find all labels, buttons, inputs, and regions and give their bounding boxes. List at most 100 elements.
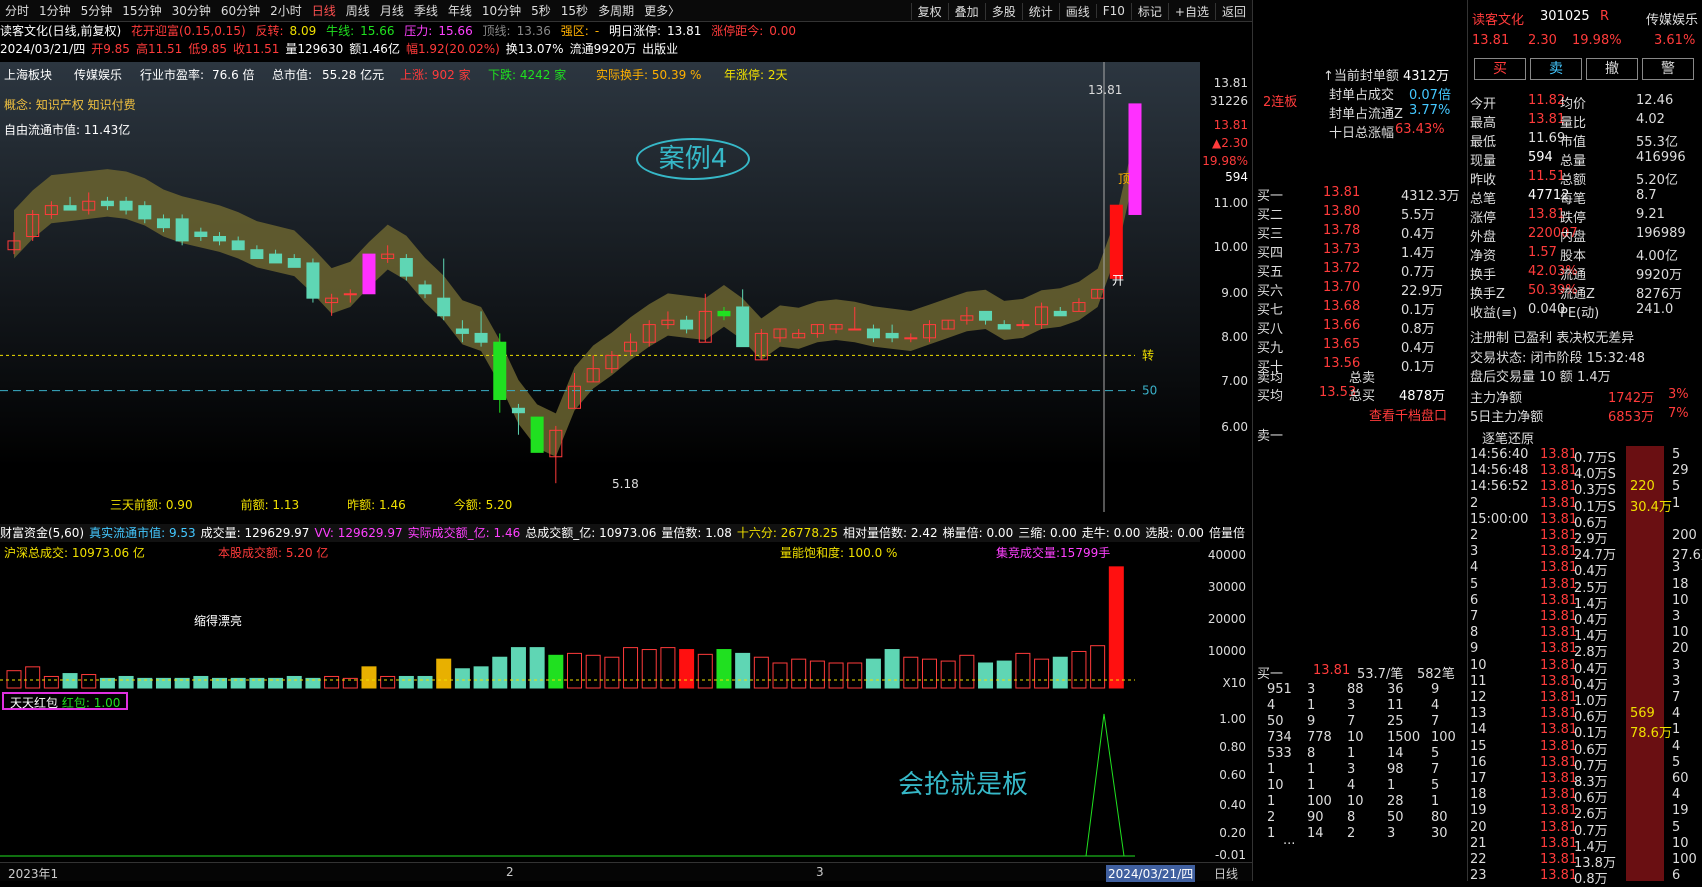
price-row: 13.81 2.30 19.98% 3.61%: [1468, 32, 1702, 51]
volume-bar: [324, 675, 340, 689]
stat-row: 涨停 13.81 跌停 9.21: [1468, 206, 1702, 226]
volume-chart[interactable]: [0, 540, 1200, 690]
indicator-axis: 1.00 0.80 0.60 0.40 0.20 -0.01: [1200, 690, 1252, 862]
volume-bar: [529, 647, 545, 689]
toolbar-btn-8[interactable]: 返回: [1214, 2, 1252, 20]
period-tab-12[interactable]: 10分钟: [477, 2, 526, 19]
bid-vol: 22.9万: [1401, 284, 1443, 299]
tick-cnt: 5: [1672, 819, 1681, 835]
tick-price: 13.81: [1540, 592, 1578, 608]
period-tab-2[interactable]: 5分钟: [76, 2, 118, 19]
vol-zou: 走牛: 0.00: [1081, 526, 1141, 540]
tick-cnt: 1: [1672, 495, 1681, 511]
price-tick: 7.00: [1221, 374, 1248, 388]
cancel-button[interactable]: 撤: [1586, 58, 1638, 80]
bid-vol: 0.4万: [1401, 341, 1435, 356]
b1-row: 买一 13.81 53.7/笔 582笔: [1253, 662, 1467, 682]
period-label[interactable]: 日线: [1214, 865, 1238, 882]
tick-cnt: 3: [1672, 657, 1681, 673]
queue-cell: 3: [1347, 762, 1356, 777]
quote-panel: 读客文化 301025 R 传媒娱乐 13.81 2.30 19.98% 3.61% 买卖撤警今…: [1467, 0, 1702, 887]
period-tab-11[interactable]: 年线: [443, 2, 477, 19]
queue-cell: 951: [1267, 682, 1292, 697]
candle: [250, 249, 264, 260]
period-tab-8[interactable]: 周线: [341, 2, 375, 19]
toolbar-btn-7[interactable]: +自选: [1167, 2, 1215, 20]
stat-label: 昨收: [1470, 173, 1497, 188]
toolbar-btn-1[interactable]: 叠加: [947, 2, 985, 20]
period-tab-15[interactable]: 多周期: [593, 2, 639, 19]
amt-yesterday: 昨额: 1.46: [347, 498, 406, 512]
vol-indicator-name[interactable]: 财富资金(5,60): [0, 526, 84, 540]
tick-time: 14:56:40: [1470, 447, 1529, 462]
bid-label: 买七: [1257, 303, 1284, 318]
toolbar-btn-2[interactable]: 多股: [984, 2, 1022, 20]
toolbar-btn-0[interactable]: 复权: [910, 2, 948, 20]
ohlc-turn: 换13.07%: [505, 42, 564, 56]
sector-name: 传媒娱乐: [1646, 13, 1699, 28]
mv-value: 55.28 亿元: [322, 68, 385, 82]
candle: [437, 297, 451, 317]
period-tab-0[interactable]: 分时: [0, 2, 34, 19]
stat-label: 最低: [1470, 135, 1497, 150]
ind-tick: 0.40: [1219, 798, 1246, 812]
toolbar-btn-3[interactable]: 统计: [1021, 2, 1059, 20]
period-tab-5[interactable]: 60分钟: [216, 2, 265, 19]
toolbar-btn-4[interactable]: 画线: [1058, 2, 1096, 20]
queue-more-row: ...: [1253, 832, 1467, 851]
price-tick: 9.00: [1221, 286, 1248, 300]
volume-bar: [716, 649, 732, 689]
tick-price: 13.81: [1540, 641, 1578, 657]
tick-price: 13.81: [1540, 560, 1578, 576]
period-tab-16[interactable]: 更多〉: [639, 2, 685, 19]
chart-label-max: 13.81: [1088, 83, 1122, 97]
volume-bar: [454, 668, 470, 689]
period-tab-7[interactable]: 日线: [307, 2, 341, 19]
chart-label-ding: 顶: [1118, 172, 1130, 186]
bid-label: 买九: [1257, 341, 1284, 356]
queue-cell: 1500: [1387, 730, 1421, 745]
sell-button[interactable]: 卖: [1530, 58, 1582, 80]
main-net-row: 主力净额 1742万 3%: [1468, 386, 1702, 406]
period-tab-3[interactable]: 15分钟: [117, 2, 166, 19]
toolbar-btn-6[interactable]: 标记: [1130, 2, 1168, 20]
period-tab-10[interactable]: 季线: [409, 2, 443, 19]
toolbar-btn-5[interactable]: F10: [1095, 4, 1131, 18]
candlestick-chart[interactable]: 13.81 5.18 转 50 开 顶: [0, 62, 1200, 512]
tick-row: 23 13.81 0.8万 6: [1468, 867, 1702, 887]
sector-pct: 3.61%: [1654, 33, 1696, 48]
period-tab-13[interactable]: 5秒: [526, 2, 556, 19]
board-label: 上海板块: [4, 68, 53, 82]
tick-cnt: 4: [1672, 706, 1681, 722]
tick-cnt: 20: [1672, 641, 1689, 657]
tick-price: 13.81: [1540, 625, 1578, 641]
period-tab-14[interactable]: 15秒: [556, 2, 593, 19]
volume-bar: [510, 647, 526, 689]
queue-cell: 5: [1431, 746, 1440, 761]
tick-time: 10: [1470, 657, 1487, 673]
vol-bei: 倍量倍: [1208, 526, 1245, 540]
stat-label: 总量: [1560, 154, 1587, 169]
ticks-title-row: 逐笔还原: [1468, 427, 1702, 447]
alert-button[interactable]: 警: [1642, 58, 1694, 80]
bid-label: 买二: [1257, 208, 1284, 223]
tick-time: 18: [1470, 787, 1487, 803]
period-tab-4[interactable]: 30分钟: [167, 2, 216, 19]
indicator-name[interactable]: 花开迎富(0.15,0.15): [131, 24, 246, 38]
link-row[interactable]: 查看千档盘口: [1253, 404, 1467, 424]
order-book-panel: 2连板 ↑当前封单额 4312万 封单占成交 0.07倍 封单占流通Z 3.77% 十日总涨幅…: [1252, 0, 1467, 881]
bid-row: 买五 13.72 0.7万: [1253, 260, 1467, 280]
stock-name: 读客文化: [1472, 13, 1525, 28]
b1-price: 13.81: [1313, 663, 1351, 678]
indicator-box[interactable]: 天天红包 红包: 1.00: [2, 692, 129, 710]
period-tab-6[interactable]: 2小时: [265, 2, 307, 19]
chart-label-min: 5.18: [612, 477, 639, 491]
volume-bar: [585, 654, 601, 689]
buy-button[interactable]: 买: [1474, 58, 1526, 80]
queue-cell: 9: [1431, 682, 1440, 697]
vol-total: 总成交额_亿: 10973.06: [525, 526, 657, 540]
period-tab-1[interactable]: 1分钟: [34, 2, 76, 19]
stat-label: 最高: [1470, 116, 1497, 131]
price-chg: 2.30: [1528, 33, 1557, 48]
period-tab-9[interactable]: 月线: [375, 2, 409, 19]
